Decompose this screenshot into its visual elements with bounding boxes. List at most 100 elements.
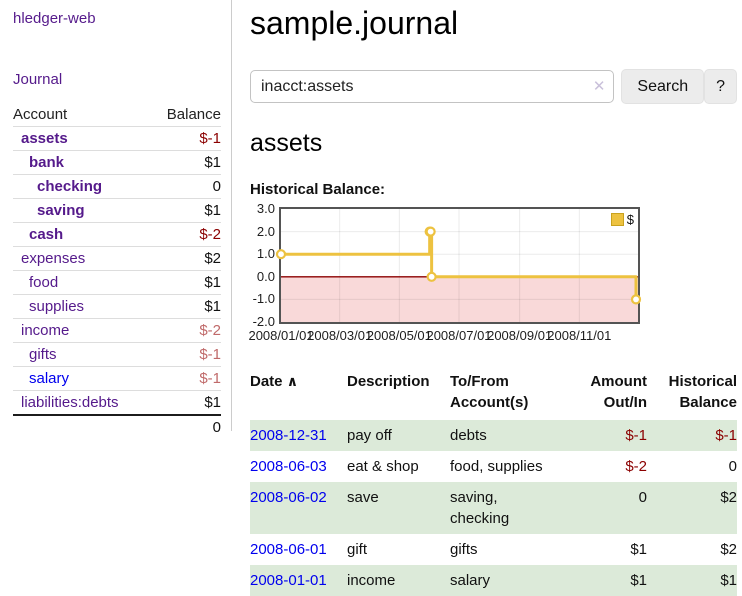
register-accounts: salary [450, 565, 574, 596]
register-row: 2008-12-31pay offdebts$-1$-1 [250, 420, 737, 451]
account-balance: $-1 [150, 127, 221, 151]
search-input[interactable] [250, 70, 614, 103]
register-date-link[interactable]: 2008-12-31 [250, 427, 327, 444]
register-accounts: gifts [450, 534, 574, 565]
register-description: eat & shop [347, 451, 450, 482]
register-description: pay off [347, 420, 450, 451]
account-link[interactable]: liabilities:debts [21, 394, 119, 411]
chart-title-label: Historical Balance: [250, 181, 737, 198]
register-header-amount: Amount Out/In [574, 366, 647, 420]
register-row: 2008-06-03 eat & shopfood, supplies$-20 [250, 451, 737, 482]
search-form: ✕ Search ? [250, 69, 737, 104]
register-header-accounts: To/From Account(s) [450, 366, 574, 420]
account-link[interactable]: checking [37, 178, 102, 195]
balance-chart: 3.02.01.00.0-1.0-2.0 $ 2008/01/012008/03… [250, 205, 737, 345]
sidebar: hledger-web Journal Account Balance asse… [0, 0, 232, 431]
register-balance: $-1 [647, 420, 737, 451]
x-tick-label: 2008/09/01 [487, 328, 552, 343]
register-amount: 0 [574, 482, 647, 534]
chart-plot-area: $ [279, 207, 640, 324]
register-amount: $1 [574, 565, 647, 596]
x-tick-label: 2008/01/01 [248, 328, 313, 343]
register-row: 2008-01-01incomesalary$1$1 [250, 565, 737, 596]
y-tick-label: 0.0 [250, 269, 275, 284]
balance-column-header: Balance [150, 103, 221, 127]
account-balance: $-1 [150, 367, 221, 391]
y-tick-label: -1.0 [250, 291, 275, 306]
account-balance: $1 [150, 271, 221, 295]
account-balance: $-2 [150, 319, 221, 343]
sidebar-account-row: liabilities:debts $1 [13, 391, 221, 416]
clear-search-icon[interactable]: ✕ [593, 77, 606, 95]
x-tick-label: 2008/11/01 [547, 328, 611, 343]
account-heading: assets [250, 129, 737, 158]
register-row: 2008-06-02 savesaving, checking0$2 [250, 482, 737, 534]
search-button[interactable]: Search [621, 69, 704, 104]
register-date-link[interactable]: 2008-01-01 [250, 572, 327, 589]
register-row: 2008-06-01 giftgifts$1$2 [250, 534, 737, 565]
account-balance: $1 [150, 199, 221, 223]
register-amount: $1 [574, 534, 647, 565]
register-header-balance: Historical Balance [647, 366, 737, 420]
account-link[interactable]: supplies [29, 298, 84, 315]
sidebar-account-row: income $-2 [13, 319, 221, 343]
account-balance: 0 [150, 175, 221, 199]
y-tick-label: 1.0 [250, 246, 275, 261]
register-balance: $1 [647, 565, 737, 596]
register-accounts: debts [450, 420, 574, 451]
register-balance: 0 [647, 451, 737, 482]
x-tick-label: 2008/07/01 [426, 328, 491, 343]
sidebar-account-row: gifts $-1 [13, 343, 221, 367]
register-amount: $-2 [574, 451, 647, 482]
register-accounts: saving, checking [450, 482, 574, 534]
register-balance: $2 [647, 482, 737, 534]
search-box: ✕ [250, 70, 614, 103]
legend-label: $ [627, 212, 634, 227]
brand-link[interactable]: hledger-web [13, 10, 225, 27]
register-header-description: Description [347, 366, 450, 420]
account-link[interactable]: gifts [29, 346, 57, 363]
register-balance: $2 [647, 534, 737, 565]
register-accounts: food, supplies [450, 451, 574, 482]
register-description: gift [347, 534, 450, 565]
register-date-link[interactable]: 2008-06-01 [250, 541, 327, 558]
accounts-total-row: 0 [13, 415, 221, 439]
account-balance: $1 [150, 151, 221, 175]
account-balance: $2 [150, 247, 221, 271]
account-balance: $-2 [150, 223, 221, 247]
help-button[interactable]: ? [704, 69, 737, 104]
account-link[interactable]: income [21, 322, 69, 339]
register-date-link[interactable]: 2008-06-02 [250, 489, 327, 506]
account-link[interactable]: salary [29, 370, 69, 387]
account-link[interactable]: bank [29, 154, 64, 171]
sidebar-account-row: cash $-2 [13, 223, 221, 247]
register-date-link[interactable]: 2008-06-03 [250, 458, 327, 475]
register-table: Date ∧ Description To/From Account(s) Am… [250, 366, 737, 596]
sidebar-account-row: checking 0 [13, 175, 221, 199]
chart-svg [281, 209, 638, 322]
account-link[interactable]: saving [37, 202, 85, 219]
sidebar-account-row: salary $-1 [13, 367, 221, 391]
account-balance: $-1 [150, 343, 221, 367]
register-amount: $-1 [574, 420, 647, 451]
y-tick-label: 2.0 [250, 224, 275, 239]
account-link[interactable]: food [29, 274, 58, 291]
account-link[interactable]: cash [29, 226, 63, 243]
main-content: sample.journal ✕ Search ? assets Histori… [250, 0, 737, 596]
account-link[interactable]: expenses [21, 250, 85, 267]
account-column-header: Account [13, 103, 150, 127]
register-description: save [347, 482, 450, 534]
account-balance: $1 [150, 391, 221, 416]
chart-legend: $ [611, 212, 634, 227]
accounts-total: 0 [150, 415, 221, 439]
page-title: sample.journal [250, 0, 737, 42]
sidebar-account-row: saving $1 [13, 199, 221, 223]
sidebar-account-row: bank $1 [13, 151, 221, 175]
x-tick-label: 2008/05/01 [367, 328, 432, 343]
register-header-date[interactable]: Date ∧ [250, 366, 347, 420]
nav-journal-link[interactable]: Journal [13, 71, 225, 88]
y-tick-label: 3.0 [250, 201, 275, 216]
y-tick-label: -2.0 [250, 314, 275, 329]
x-tick-label: 2008/03/01 [307, 328, 372, 343]
account-link[interactable]: assets [21, 130, 68, 147]
